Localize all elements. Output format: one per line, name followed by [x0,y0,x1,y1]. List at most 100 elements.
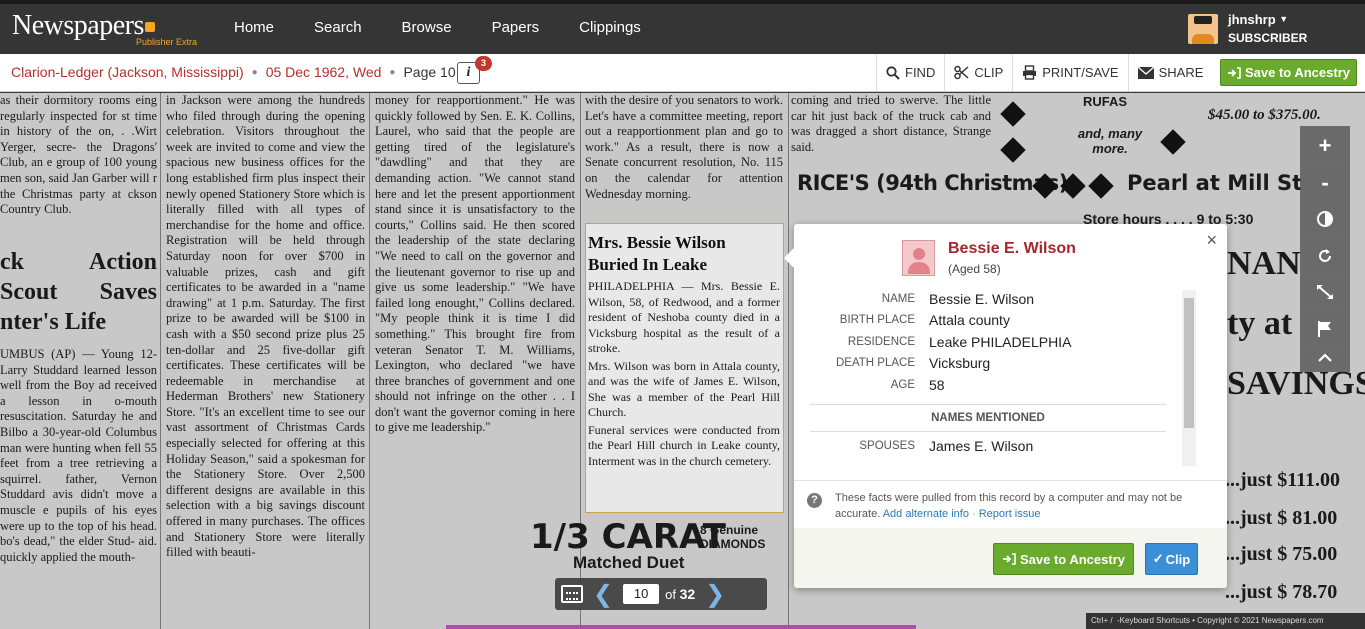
column-text: as their dormitory rooms eing regularly … [0,93,157,217]
fact-row: SPOUSES James E. Wilson [810,436,1198,458]
ad-text: $45.00 to $375.00. [1208,107,1321,123]
user-menu[interactable]: jhnshrp ▼ [1228,12,1288,27]
fact-row: AGE 58 [810,374,1198,396]
filmstrip-icon[interactable] [561,585,583,603]
print-save-button[interactable]: PRINT/SAVE [1012,54,1127,91]
popup-actions: Save to Ancestry ✓ Clip [794,528,1227,588]
article-body: Mrs. Wilson was born in Attala county, a… [588,358,780,420]
ad-price: ...just $ 78.70 [1225,581,1338,603]
page-navigator: ❮ 10 of 32 ❯ [555,578,767,610]
main-nav: Home Search Browse Papers Clippings [234,19,681,36]
zoom-out-button[interactable]: - [1303,166,1347,199]
fact-value: Bessie E. Wilson [929,290,1035,307]
search-icon [886,65,900,80]
person-age: (Aged 58) [948,262,1001,276]
highlighted-article[interactable]: Mrs. Bessie Wilson Buried In Leake PHILA… [585,223,784,513]
share-button[interactable]: SHARE [1127,54,1213,91]
contrast-button[interactable] [1303,202,1347,236]
fullscreen-button[interactable] [1303,275,1347,309]
add-alternate-info-link[interactable]: Add alternate info [883,508,969,520]
column-text: money for reapportionment." He was quick… [375,93,575,435]
ancestry-save-icon [1002,553,1016,565]
scissors-icon [954,65,969,80]
ad-diamond [1000,137,1026,163]
column-text: in Jackson were among the hundreds who f… [166,93,365,560]
ancestry-save-icon [1227,66,1241,79]
page-scroll-indicator [446,625,916,629]
nav-search[interactable]: Search [314,19,362,36]
paper-title-link[interactable]: Clarion-Ledger (Jackson, Mississippi) [11,64,244,80]
popup-clip-button[interactable]: ✓ Clip [1145,543,1198,575]
article-body: PHILADELPHIA — Mrs. Bessie E. Wilson, 58… [588,279,780,355]
print-save-label: PRINT/SAVE [1042,65,1119,80]
plus-icon: + [1318,133,1332,159]
keyboard-shortcuts-footer[interactable]: Ctrl+ / -Keyboard Shortcuts • Copyright … [1086,613,1365,629]
column-text: UMBUS (AP) — Young 12- Larry Studdard le… [0,347,157,564]
minus-icon: - [1321,169,1329,195]
ad-diamond [1000,101,1026,127]
rotate-button[interactable] [1303,239,1347,272]
facts-scrollbar[interactable] [1182,290,1196,466]
breadcrumb-separator: ● [251,66,258,78]
ad-price: ...just $ 81.00 [1225,507,1338,529]
popup-pointer [784,248,794,268]
ad-text: Matched Duet [573,553,685,572]
page-number-input[interactable]: 10 [623,584,660,604]
ad-text: Pearl at Mill Stre [1127,171,1327,195]
of-label: of [665,587,676,602]
nav-clippings[interactable]: Clippings [579,19,641,36]
ad-text: RICE'S (94th Christmas) [797,171,1068,195]
fullscreen-icon [1317,285,1333,300]
collapse-controls-button[interactable] [1303,348,1347,369]
disclaimer-text: These facts were pulled from this record… [835,490,1215,522]
info-count-badge: 3 [475,56,492,71]
save-to-ancestry-button[interactable]: Save to Ancestry [1220,59,1357,86]
question-icon: ? [807,493,822,508]
fact-value: Leake PHILADELPHIA [929,333,1072,350]
newspaper-column-3: money for reapportionment." He was quick… [375,93,575,511]
fact-value: Attala county [929,312,1010,329]
page-number: Page 10 [403,64,456,80]
clip-button[interactable]: CLIP [944,54,1012,91]
column-divider [788,93,789,629]
link-separator: · [972,508,976,520]
contrast-icon [1317,211,1333,228]
popup-save-to-ancestry-button[interactable]: Save to Ancestry [993,543,1134,575]
viewer-controls: + - [1300,126,1350,372]
zoom-in-button[interactable]: + [1303,130,1347,163]
article-headline: Mrs. Bessie Wilson Buried In Leake [588,233,726,274]
newspaper-column-2: in Jackson were among the hundreds who f… [166,93,365,561]
caret-down-icon: ▼ [1279,14,1289,24]
ad-text: 1/3 CARAT [530,517,726,557]
nav-home[interactable]: Home [234,19,274,36]
previous-page-arrow-icon[interactable]: ❮ [593,580,613,608]
issue-date-link[interactable]: 05 Dec 1962, Wed [266,64,382,80]
nav-browse[interactable]: Browse [402,19,452,36]
newspapers-logo[interactable]: Newspapers [12,10,155,42]
flag-icon [1318,320,1331,337]
find-button[interactable]: FIND [876,54,944,91]
logo-text: Newspapers [12,10,144,41]
next-page-arrow-icon[interactable]: ❯ [705,580,725,608]
subscription-level: SUBSCRIBER [1228,31,1308,45]
spouse-name[interactable]: James E. Wilson [929,438,1033,454]
top-navbar: Newspapers Publisher Extra Home Search B… [0,0,1365,54]
total-pages: 32 [679,586,696,602]
report-issue-link[interactable]: Report issue [979,508,1041,520]
close-icon[interactable]: × [1206,230,1217,251]
column-text: coming and tried to swerve. The little c… [791,93,991,154]
publisher-extra-label: Publisher Extra [136,37,198,47]
person-name[interactable]: Bessie E. Wilson [948,240,1076,258]
column-divider [369,93,370,629]
avatar[interactable] [1188,14,1218,44]
popup-clip-label: Clip [1165,551,1191,567]
newspaper-column-5: coming and tried to swerve. The little c… [791,93,991,159]
popup-save-label: Save to Ancestry [1019,551,1125,567]
page-toolbar: Clarion-Ledger (Jackson, Mississippi) ● … [0,54,1365,92]
ad-price: ...just $111.00 [1225,469,1341,491]
fact-value: 58 [929,376,945,393]
nav-papers[interactable]: Papers [492,19,540,36]
flag-button[interactable] [1303,312,1347,345]
scrollbar-thumb[interactable] [1184,298,1194,428]
person-facts-popup: × Bessie E. Wilson (Aged 58) NAME Bessie … [784,224,1227,588]
